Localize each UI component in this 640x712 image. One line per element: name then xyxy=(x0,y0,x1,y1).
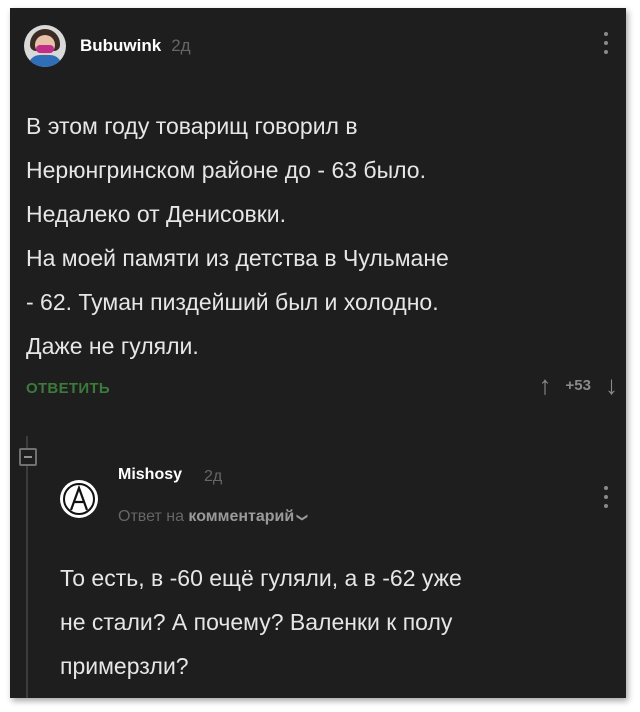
chevron-down-icon[interactable]: ❯ xyxy=(296,513,309,522)
arrow-down-icon[interactable]: ↓ xyxy=(605,372,618,398)
comment-header: Bubuwink 2д xyxy=(24,24,191,68)
avatar[interactable] xyxy=(24,25,66,67)
comment-line: не стали? А почему? Валенки к полу xyxy=(60,609,453,635)
comment-time: 2д xyxy=(204,468,223,485)
parent-comment-link[interactable]: комментарий xyxy=(188,508,294,525)
comment-line: Нерюнгринском районе до - 63 было. xyxy=(26,157,426,183)
vote-controls: ↑ +53 ↓ xyxy=(539,372,618,398)
comment-line: - 62. Туман пиздейший был и холодно. xyxy=(26,289,439,315)
collapse-thread-icon[interactable] xyxy=(19,448,37,466)
author-name[interactable]: Mishosy xyxy=(118,466,182,484)
comment-line: примерзли? xyxy=(60,653,189,679)
anarchy-symbol-icon xyxy=(63,483,95,515)
comment-line: В этом году товарищ говорил в xyxy=(26,113,358,139)
arrow-up-icon[interactable]: ↑ xyxy=(539,372,552,398)
more-options-icon[interactable] xyxy=(604,32,608,54)
author-name[interactable]: Bubuwink xyxy=(80,36,161,56)
more-options-icon[interactable] xyxy=(604,486,608,508)
reply-button[interactable]: ОТВЕТИТЬ xyxy=(26,380,110,397)
comment-time: 2д xyxy=(171,36,191,55)
rating-count: +53 xyxy=(565,376,591,394)
avatar[interactable] xyxy=(60,480,98,518)
comment-line: На моей памяти из детства в Чульмане xyxy=(26,245,449,271)
comment-body: То есть, в -60 ещё гуляли, а в -62 уже н… xyxy=(60,556,616,688)
comment-body: В этом году товарищ говорил в Нерюнгринс… xyxy=(26,104,618,368)
comment-line: То есть, в -60 ещё гуляли, а в -62 уже xyxy=(60,565,462,591)
comment-line: Недалеко от Денисовки. xyxy=(26,201,287,227)
comment-line: Даже не гуляли. xyxy=(26,333,199,359)
reply-context: Ответ на комментарий ❯ xyxy=(118,508,309,526)
screenshot-frame: Bubuwink 2д В этом году товарищ говорил … xyxy=(10,8,626,698)
thread-line[interactable] xyxy=(26,436,28,698)
reply-prefix: Ответ на xyxy=(118,508,184,525)
